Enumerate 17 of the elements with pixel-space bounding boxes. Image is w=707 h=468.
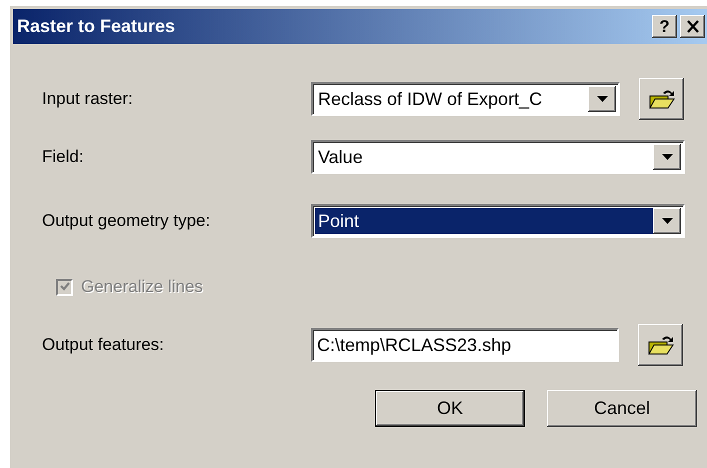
dropdown[interactable]: Reclass of IDW of Export_C xyxy=(311,82,620,116)
window-title: Raster to Features xyxy=(17,16,176,37)
dropdown[interactable]: Point xyxy=(311,204,685,238)
dialog-button[interactable]: Cancel xyxy=(547,390,697,427)
field-label: Input raster: xyxy=(42,89,134,109)
browse-button[interactable] xyxy=(638,324,683,366)
browse-button[interactable] xyxy=(639,78,684,120)
check-icon xyxy=(58,281,70,293)
field-label: Output features: xyxy=(42,335,165,355)
close-button[interactable] xyxy=(680,15,705,38)
field-label: Field: xyxy=(42,147,85,167)
dropdown[interactable]: Value xyxy=(311,140,685,174)
close-icon xyxy=(686,20,700,33)
text-field[interactable]: C:\temp\RCLASS23.shp xyxy=(311,328,619,362)
dialog-button[interactable]: OK xyxy=(375,390,525,427)
field-label: Output geometry type: xyxy=(42,211,212,231)
help-button[interactable]: ? xyxy=(652,15,677,38)
